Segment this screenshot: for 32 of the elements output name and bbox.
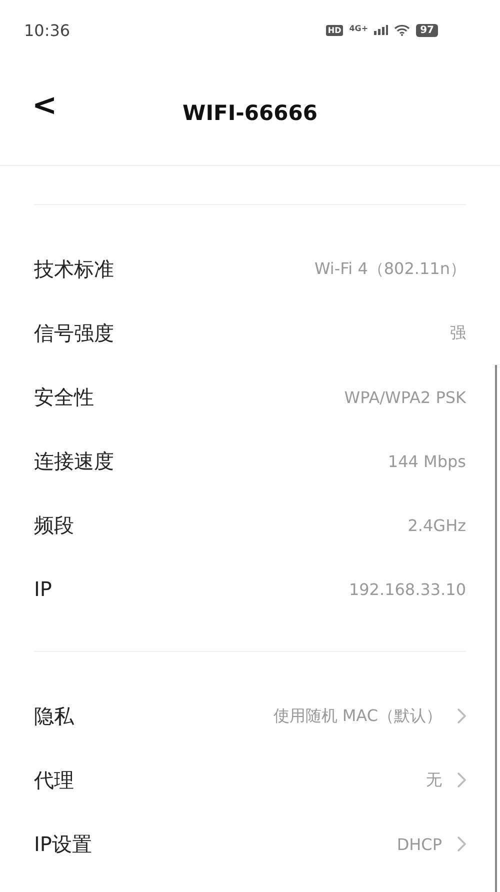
row-value: Wi-Fi 4（802.11n） (314, 258, 466, 280)
status-time: 10:36 (24, 20, 70, 40)
row-label: 代理 (34, 766, 74, 794)
row-value: 使用随机 MAC（默认） (273, 706, 442, 726)
wifi-icon (394, 24, 410, 36)
row-label: 技术标准 (34, 256, 114, 282)
chevron-icon (456, 708, 466, 724)
settings-row[interactable]: IP设置 DHCP (34, 812, 466, 876)
chevron-icon (456, 772, 466, 788)
hd-badge: HD (326, 24, 344, 36)
row-label: 隐私 (34, 702, 74, 730)
row-value: 无 (426, 770, 442, 790)
network-type: 4G+ (349, 24, 368, 32)
row-value: 144 Mbps (388, 452, 466, 470)
row-value: 2.4GHz (408, 516, 466, 534)
row-label: 频段 (34, 512, 74, 538)
back-button[interactable]: < (26, 88, 64, 123)
row-value: 192.168.33.10 (348, 580, 466, 598)
signal-icon (374, 25, 388, 35)
settings-row[interactable]: 代理 无 (34, 748, 466, 812)
chevron-icon (456, 836, 466, 852)
row-label: IP设置 (34, 830, 92, 858)
row-label: IP (34, 577, 52, 601)
row-value: WPA/WPA2 PSK (344, 388, 466, 406)
battery-level: 97 (416, 24, 438, 36)
row-value: 强 (450, 322, 466, 344)
row-label: 安全性 (34, 384, 94, 410)
page-title: WIFI-66666 (182, 100, 318, 124)
row-value: DHCP (396, 834, 442, 854)
row-label: 连接速度 (34, 448, 114, 474)
settings-row[interactable]: 隐私 使用随机 MAC（默认） (34, 684, 466, 748)
row-label: 信号强度 (34, 320, 114, 346)
